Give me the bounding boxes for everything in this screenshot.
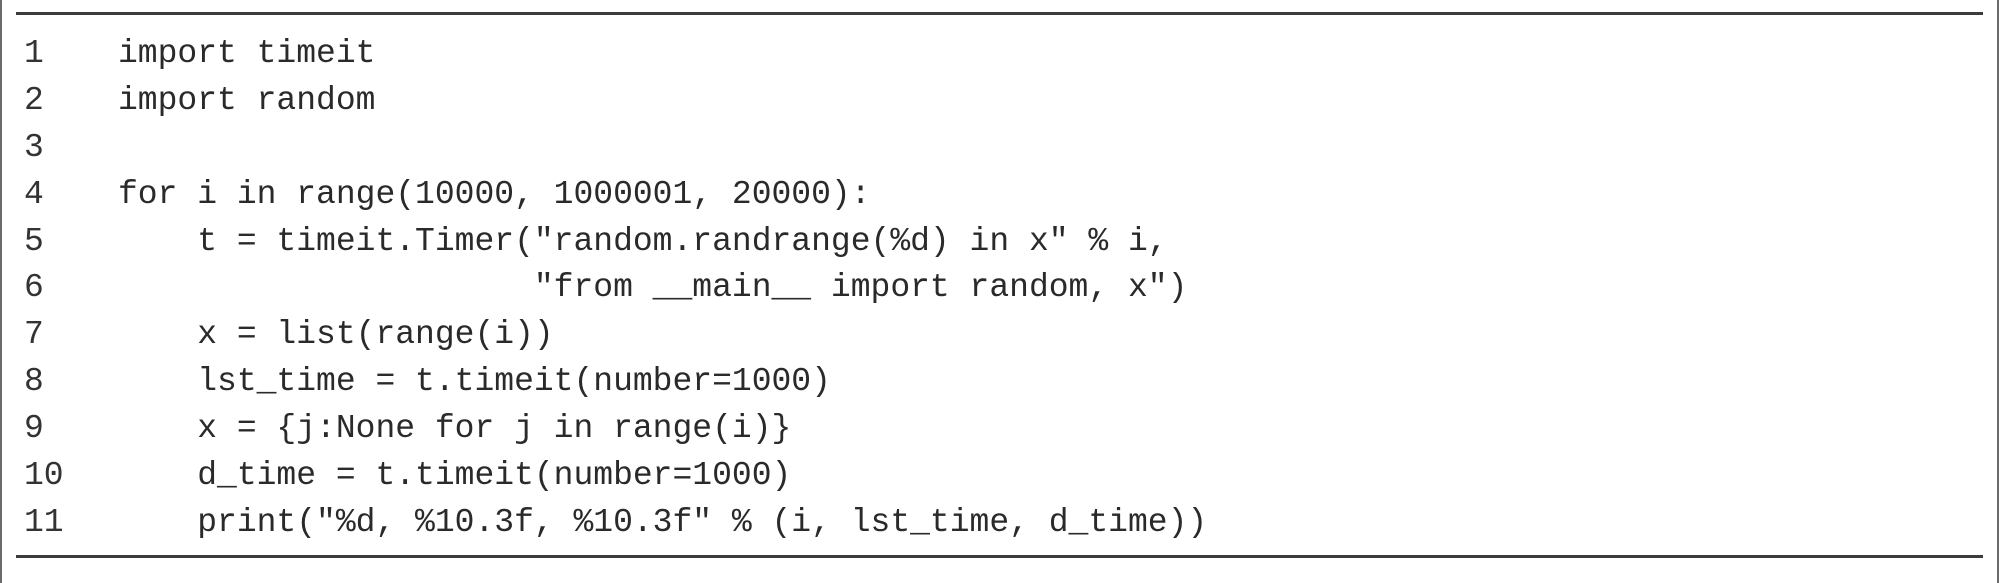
line-number: 11 [24, 503, 64, 541]
line-number: 9 [24, 410, 44, 448]
line-text [118, 125, 1977, 172]
line-text: lst_time = t.timeit(number=1000) [118, 363, 831, 401]
line-text: x = {j:None for j in range(i)} [118, 410, 792, 448]
line-text: d_time = t.timeit(number=1000) [118, 457, 792, 495]
code-line: 5 t = timeit.Timer("random.randrange(%d)… [24, 219, 1977, 266]
code-line: 10 d_time = t.timeit(number=1000) [24, 453, 1977, 500]
code-line: 11 print("%d, %10.3f, %10.3f" % (i, lst_… [24, 500, 1977, 547]
line-text: import random [118, 81, 376, 119]
line-text: "from __main__ import random, x") [118, 269, 1188, 307]
line-number: 3 [24, 128, 44, 166]
line-number: 8 [24, 363, 44, 401]
line-number: 4 [24, 175, 44, 213]
bottom-rule [16, 555, 1983, 558]
line-text: print("%d, %10.3f, %10.3f" % (i, lst_tim… [118, 503, 1208, 541]
code-line: 1 import timeit [24, 31, 1977, 78]
code-line: 6 "from __main__ import random, x") [24, 265, 1977, 312]
line-number: 10 [24, 457, 64, 495]
line-text: t = timeit.Timer("random.randrange(%d) i… [118, 222, 1168, 260]
code-line: 7 x = list(range(i)) [24, 312, 1977, 359]
top-rule [16, 12, 1983, 15]
code-block: 1 import timeit 2 import random 3 4 for … [24, 31, 1977, 547]
code-line: 2 import random [24, 78, 1977, 125]
line-number: 1 [24, 35, 44, 72]
code-line: 4 for i in range(10000, 1000001, 20000): [24, 172, 1977, 219]
line-text: import timeit [118, 35, 376, 72]
line-text: for i in range(10000, 1000001, 20000): [118, 175, 871, 213]
code-listing-frame: 1 import timeit 2 import random 3 4 for … [0, 0, 1999, 583]
line-text: x = list(range(i)) [118, 316, 554, 354]
line-number: 6 [24, 269, 44, 307]
line-number: 7 [24, 316, 44, 354]
code-line: 3 [24, 125, 1977, 172]
line-number: 5 [24, 222, 44, 260]
code-line: 8 lst_time = t.timeit(number=1000) [24, 359, 1977, 406]
line-number: 2 [24, 81, 44, 119]
code-line: 9 x = {j:None for j in range(i)} [24, 406, 1977, 453]
